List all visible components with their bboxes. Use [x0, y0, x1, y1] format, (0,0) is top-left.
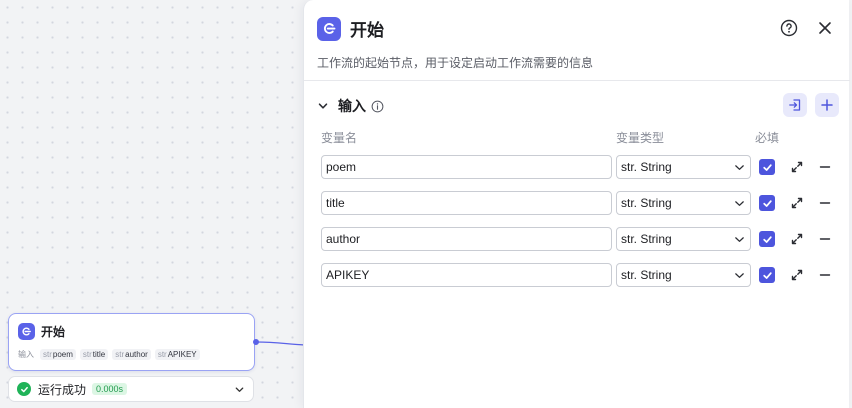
node-config-panel: 开始 工作流的起始节点，用于设定启动工作流需要的信息 输入 变量名 变量类型 必… [303, 0, 850, 408]
check-icon [762, 163, 772, 171]
run-status-label: 运行成功 [38, 382, 87, 397]
variable-type-select[interactable]: str. String [616, 263, 751, 287]
node-inputs-label: 输入 [18, 350, 34, 359]
remove-icon[interactable] [818, 196, 832, 210]
run-status-bar[interactable]: 运行成功 0.000s [8, 376, 254, 402]
panel-header: 开始 [317, 16, 384, 41]
check-icon [762, 271, 772, 279]
required-checkbox[interactable] [759, 231, 775, 247]
variable-type-value: str. String [621, 196, 672, 210]
inputs-section-title: 输入 [338, 98, 366, 114]
variable-type-value: str. String [621, 160, 672, 174]
start-icon [18, 323, 35, 340]
variable-name-input[interactable]: author [321, 227, 612, 251]
expand-icon[interactable] [790, 232, 804, 246]
node-header: 开始 [18, 323, 65, 340]
plus-icon [821, 99, 833, 111]
chevron-down-icon [735, 201, 744, 206]
inputs-section-header[interactable]: 输入 [317, 96, 384, 116]
column-header-type: 变量类型 [616, 131, 665, 145]
close-icon[interactable] [817, 20, 833, 36]
check-icon [762, 199, 772, 207]
remove-icon[interactable] [818, 268, 832, 282]
expand-icon[interactable] [790, 196, 804, 210]
expand-icon[interactable] [790, 160, 804, 174]
chevron-down-icon [735, 273, 744, 278]
variable-name-input[interactable]: title [321, 191, 612, 215]
node-title: 开始 [41, 325, 66, 339]
variable-type-value: str. String [621, 268, 672, 282]
required-checkbox[interactable] [759, 159, 775, 175]
success-check-icon [17, 382, 31, 396]
panel-divider [304, 80, 850, 81]
variable-name-input[interactable]: poem [321, 155, 612, 179]
node-var-chip: str author [112, 349, 151, 360]
chevron-down-icon[interactable] [234, 384, 245, 395]
panel-description: 工作流的起始节点，用于设定启动工作流需要的信息 [317, 56, 594, 70]
chevron-down-icon[interactable] [317, 100, 329, 112]
variable-row: title str. String [321, 191, 846, 215]
check-icon [762, 235, 772, 243]
start-icon [317, 16, 341, 41]
variable-name-input[interactable]: APIKEY [321, 263, 612, 287]
add-variable-button[interactable] [815, 93, 839, 117]
required-checkbox[interactable] [759, 195, 775, 211]
import-icon [789, 99, 801, 111]
variable-type-select[interactable]: str. String [616, 155, 751, 179]
remove-icon[interactable] [818, 160, 832, 174]
variable-type-select[interactable]: str. String [616, 227, 751, 251]
node-var-chip: str poem [40, 349, 76, 360]
required-checkbox[interactable] [759, 267, 775, 283]
info-icon[interactable] [371, 100, 384, 113]
variable-type-value: str. String [621, 232, 672, 246]
panel-title: 开始 [350, 21, 384, 40]
chevron-down-icon [735, 237, 744, 242]
variable-row: APIKEY str. String [321, 263, 846, 287]
chevron-down-icon [735, 165, 744, 170]
column-header-name: 变量名 [321, 131, 358, 145]
column-header-required: 必填 [755, 131, 780, 145]
variable-row: poem str. String [321, 155, 846, 179]
expand-icon[interactable] [790, 268, 804, 282]
run-duration-badge: 0.000s [92, 383, 128, 395]
node-var-chip: str title [79, 349, 109, 360]
remove-icon[interactable] [818, 232, 832, 246]
start-node[interactable]: 开始 输入 str poem str title str author str APIK… [8, 313, 255, 371]
node-edge [257, 341, 305, 346]
import-variables-button[interactable] [783, 93, 807, 117]
node-inputs: 输入 str poem str title str author str APIKEY [18, 349, 204, 360]
variable-row: author str. String [321, 227, 846, 251]
help-icon[interactable] [780, 19, 798, 37]
variable-type-select[interactable]: str. String [616, 191, 751, 215]
node-var-chip: str APIKEY [154, 349, 200, 360]
